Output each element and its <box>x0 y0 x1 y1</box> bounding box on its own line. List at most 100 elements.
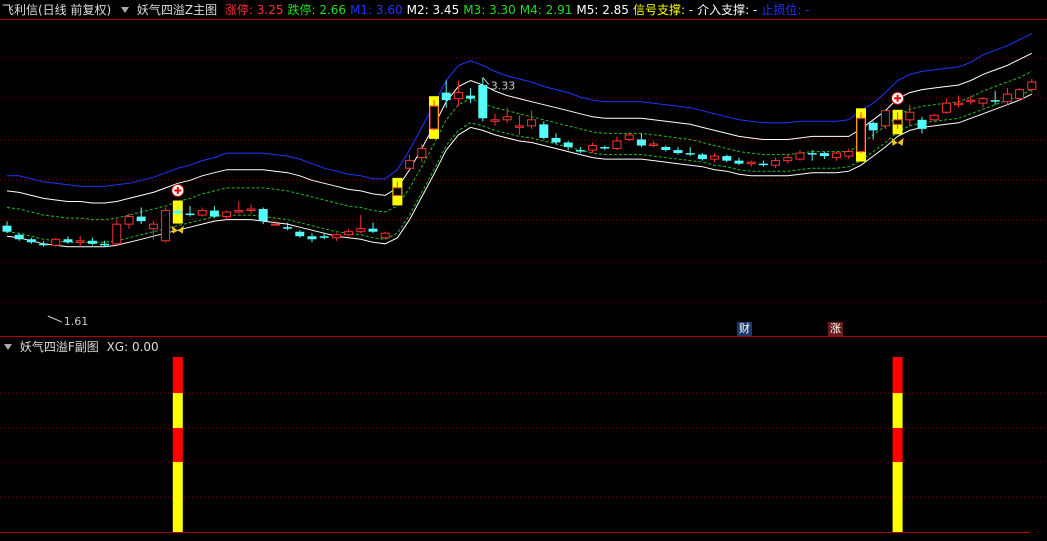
candle-body <box>331 234 341 239</box>
candle-40 <box>490 113 500 126</box>
candle-19 <box>234 201 244 214</box>
candle-80 <box>978 97 988 108</box>
candle-body <box>161 210 171 242</box>
candle-body <box>893 119 903 125</box>
candle-50 <box>612 136 622 151</box>
main-chart-header: 飞利信(日线 前复权) 妖气四溢Z主图 涨停: 3.25 跌停: 2.66 M1: … <box>2 2 818 18</box>
candle-body <box>417 148 427 159</box>
indicator-value-8: 介入支撑: - <box>697 3 758 17</box>
finance-tag-badge[interactable]: 财 <box>737 322 752 336</box>
candle-28 <box>344 228 354 237</box>
candle-24 <box>295 230 305 238</box>
candle-6 <box>75 236 85 247</box>
candle-43 <box>527 110 537 129</box>
indicator-value-3: M2: 3.45 <box>406 3 460 17</box>
candle-52 <box>636 133 646 148</box>
candle-17 <box>209 206 219 219</box>
candle-body <box>954 102 964 106</box>
candle-body <box>490 119 500 122</box>
candle-body <box>197 210 207 216</box>
ma-line-m4 <box>6 89 1033 243</box>
candle-body <box>246 208 256 212</box>
limit-up-tag-badge[interactable]: 涨 <box>828 322 843 336</box>
xg-bar-14-seg-2 <box>172 428 183 462</box>
candle-body <box>710 155 720 160</box>
candle-body <box>551 137 561 143</box>
indicator-value-4: M3: 3.30 <box>463 3 516 17</box>
candle-body <box>39 243 49 246</box>
candle-body <box>600 147 610 149</box>
sub-chart-bars <box>172 357 903 532</box>
sub-indicator-name[interactable]: 妖气四溢F副图 <box>20 340 99 354</box>
candle-53 <box>649 140 659 148</box>
indicator-value-6: M5: 2.85 <box>576 3 629 17</box>
candle-27 <box>331 233 341 241</box>
candle-body <box>880 110 890 127</box>
candle-2 <box>26 237 36 244</box>
candle-9 <box>112 219 122 246</box>
candle-body <box>795 152 805 160</box>
candle-15 <box>185 206 195 217</box>
candle-71 <box>868 121 878 140</box>
candle-0 <box>2 221 12 234</box>
candle-38 <box>466 88 476 104</box>
candle-body <box>1015 89 1025 100</box>
candle-4 <box>51 237 61 247</box>
candle-64 <box>783 154 793 164</box>
candle-78 <box>954 95 964 108</box>
candle-47 <box>575 147 585 154</box>
candle-body <box>868 122 878 131</box>
candle-body <box>392 187 402 196</box>
candle-body <box>441 92 451 101</box>
candle-77 <box>941 98 951 114</box>
candle-61 <box>746 160 756 167</box>
candle-body <box>832 152 842 159</box>
candle-body <box>222 211 232 218</box>
candle-body <box>575 150 585 152</box>
grid-lines <box>0 19 1047 533</box>
candle-body <box>368 228 378 232</box>
candle-11 <box>136 207 146 225</box>
candle-body <box>63 239 73 243</box>
candle-30 <box>368 222 378 234</box>
candle-46 <box>563 140 573 151</box>
indicator-value-0: 涨停: 3.25 <box>224 3 284 17</box>
candle-body <box>173 210 183 214</box>
candle-body <box>502 116 512 121</box>
candle-31 <box>380 231 390 240</box>
butterfly-icon <box>171 225 184 234</box>
candle-65 <box>795 150 805 161</box>
candle-body <box>807 153 817 155</box>
candle-75 <box>917 116 927 134</box>
candle-body <box>819 153 829 157</box>
dropdown-triangle-icon[interactable] <box>4 344 12 350</box>
candle-54 <box>661 145 671 152</box>
sub-chart-header: 妖气四溢F副图 XG: 0.00 <box>2 339 163 355</box>
indicator-values: 涨停: 3.25 跌停: 2.66 M1: 3.60 M2: 3.45 M3: 3.30… <box>225 3 814 17</box>
candle-74 <box>905 104 915 126</box>
min-price-label: 1.61 <box>64 315 89 328</box>
candle-49 <box>600 145 610 151</box>
candle-body <box>783 157 793 162</box>
xg-bar-14-seg-3 <box>172 462 183 532</box>
candle-body <box>478 85 488 119</box>
candle-body <box>319 236 329 238</box>
candle-body <box>14 234 24 240</box>
stock-title[interactable]: 飞利信(日线 前复权) <box>2 3 111 17</box>
candle-body <box>856 117 866 153</box>
candle-60 <box>734 157 744 166</box>
candle-37 <box>453 80 463 107</box>
candle-76 <box>929 113 939 122</box>
indicator-value-1: 跌停: 2.66 <box>287 3 347 17</box>
chart-canvas: 3.33 1.61 <box>0 19 1047 533</box>
candle-body <box>283 227 293 229</box>
candle-body <box>112 223 122 245</box>
candle-57 <box>697 153 707 161</box>
candle-body <box>734 160 744 164</box>
candle-body <box>758 163 768 166</box>
ma-line-m1 <box>7 33 1033 187</box>
candle-body <box>295 231 305 237</box>
candle-body <box>978 98 988 104</box>
main-indicator-name[interactable]: 妖气四溢Z主图 <box>137 3 217 17</box>
dropdown-triangle-icon[interactable] <box>121 7 130 13</box>
